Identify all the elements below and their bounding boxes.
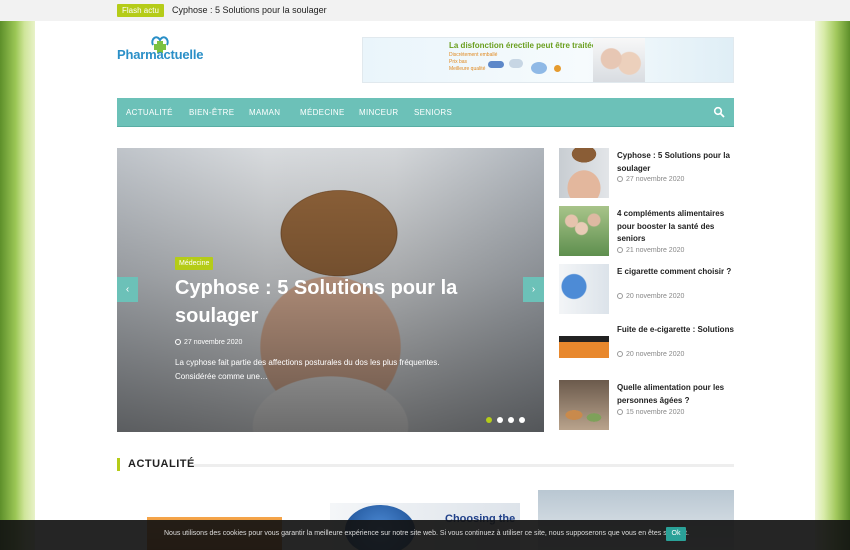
sidebar-post[interactable]: Cyphose : 5 Solutions pour la soulager 2…: [559, 148, 735, 198]
post-thumbnail[interactable]: [559, 148, 609, 198]
post-date: 20 novembre 2020: [617, 293, 684, 300]
post-date-text: 20 novembre 2020: [626, 293, 685, 300]
cookie-accept-button[interactable]: Ok: [666, 527, 686, 541]
post-date-text: 15 novembre 2020: [626, 409, 685, 416]
sidebar-post[interactable]: Fuite de e-cigarette : Solutions 20 nove…: [559, 322, 735, 372]
pill-image: [531, 62, 547, 74]
post-date-text: 27 novembre 2020: [626, 176, 685, 183]
slider-dot[interactable]: [508, 417, 514, 423]
nav-item-bien-etre[interactable]: BIEN-ÊTRE: [189, 98, 234, 127]
post-thumbnail[interactable]: [559, 206, 609, 256]
cookie-message: Nous utilisons des cookies pour vous gar…: [164, 530, 689, 537]
slider-dot[interactable]: [497, 417, 503, 423]
nav-item-seniors[interactable]: SENIORS: [414, 98, 452, 127]
nav-item-medecine[interactable]: MÉDECINE: [300, 98, 345, 127]
sidebar-post[interactable]: E cigarette comment choisir ? 20 novembr…: [559, 264, 735, 314]
slide-category-badge[interactable]: Médecine: [175, 257, 214, 270]
post-date-text: 20 novembre 2020: [626, 351, 685, 358]
clock-icon: [175, 339, 181, 345]
post-date: 21 novembre 2020: [617, 247, 684, 254]
logo-text: Pharmactuelle: [117, 47, 204, 62]
post-title[interactable]: Cyphose : 5 Solutions pour la soulager: [617, 150, 735, 175]
slider-pagination: [486, 410, 530, 428]
ad-banner[interactable]: La disfonction érectile peut être traité…: [362, 37, 734, 83]
featured-slider[interactable]: Médecine Cyphose : 5 Solutions pour la s…: [117, 148, 544, 432]
clock-icon: [617, 409, 623, 415]
section-accent-bar: [117, 458, 120, 471]
top-bar: Flash actu Cyphose : 5 Solutions pour la…: [0, 0, 850, 21]
post-thumbnail[interactable]: [559, 322, 609, 372]
section-divider: [194, 464, 734, 467]
ad-headline: La disfonction érectile peut être traité…: [449, 41, 597, 50]
pill-image: [554, 65, 561, 72]
clock-icon: [617, 247, 623, 253]
ad-line: Prix bas: [449, 59, 468, 65]
clock-icon: [617, 351, 623, 357]
post-date: 27 novembre 2020: [617, 176, 684, 183]
section-title[interactable]: ACTUALITÉ: [128, 458, 195, 470]
slider-dot[interactable]: [519, 417, 525, 423]
site-logo[interactable]: Pharmactuelle: [117, 33, 217, 63]
slide-excerpt: La cyphose fait partie des affections po…: [175, 358, 440, 381]
nav-item-minceur[interactable]: MINCEUR: [359, 98, 398, 127]
pill-image: [509, 59, 523, 68]
clock-icon: [617, 176, 623, 182]
post-thumbnail[interactable]: [559, 264, 609, 314]
post-date: 15 novembre 2020: [617, 409, 684, 416]
section-header: ACTUALITÉ: [117, 457, 734, 473]
slide-title[interactable]: Cyphose : 5 Solutions pour la soulager: [175, 274, 495, 330]
flash-badge: Flash actu: [117, 4, 164, 17]
ad-photo: [593, 38, 645, 82]
main-navigation: ACTUALITÉ BIEN-ÊTRE MAMAN MÉDECINE MINCE…: [117, 98, 734, 127]
slide-date: 27 novembre 2020: [175, 339, 242, 346]
sidebar-post[interactable]: 4 compléments alimentaires pour booster …: [559, 206, 735, 256]
pill-image: [488, 61, 504, 68]
flash-headline-link[interactable]: Cyphose : 5 Solutions pour la soulager: [172, 5, 327, 16]
slider-next-button[interactable]: ›: [523, 277, 544, 302]
clock-icon: [617, 293, 623, 299]
post-title[interactable]: E cigarette comment choisir ?: [617, 266, 735, 279]
background-left: [0, 0, 35, 550]
post-date: 20 novembre 2020: [617, 351, 684, 358]
sidebar-post[interactable]: Quelle alimentation pour les personnes â…: [559, 380, 735, 430]
post-date-text: 21 novembre 2020: [626, 247, 685, 254]
slider-prev-button[interactable]: ‹: [117, 277, 138, 302]
slider-dot[interactable]: [486, 417, 492, 423]
ad-line: Discrètement emballé: [449, 52, 498, 58]
ad-line: Meilleure qualité: [449, 66, 486, 72]
background-right: [815, 0, 850, 550]
slide-date-text: 27 novembre 2020: [184, 339, 243, 346]
post-title[interactable]: 4 compléments alimentaires pour booster …: [617, 208, 735, 246]
post-thumbnail[interactable]: [559, 380, 609, 430]
cookie-banner: Nous utilisons des cookies pour vous gar…: [0, 520, 850, 550]
nav-item-actualite[interactable]: ACTUALITÉ: [126, 98, 173, 127]
nav-item-maman[interactable]: MAMAN: [249, 98, 280, 127]
post-title[interactable]: Fuite de e-cigarette : Solutions: [617, 324, 735, 337]
post-title[interactable]: Quelle alimentation pour les personnes â…: [617, 382, 735, 407]
search-icon[interactable]: [713, 106, 725, 118]
